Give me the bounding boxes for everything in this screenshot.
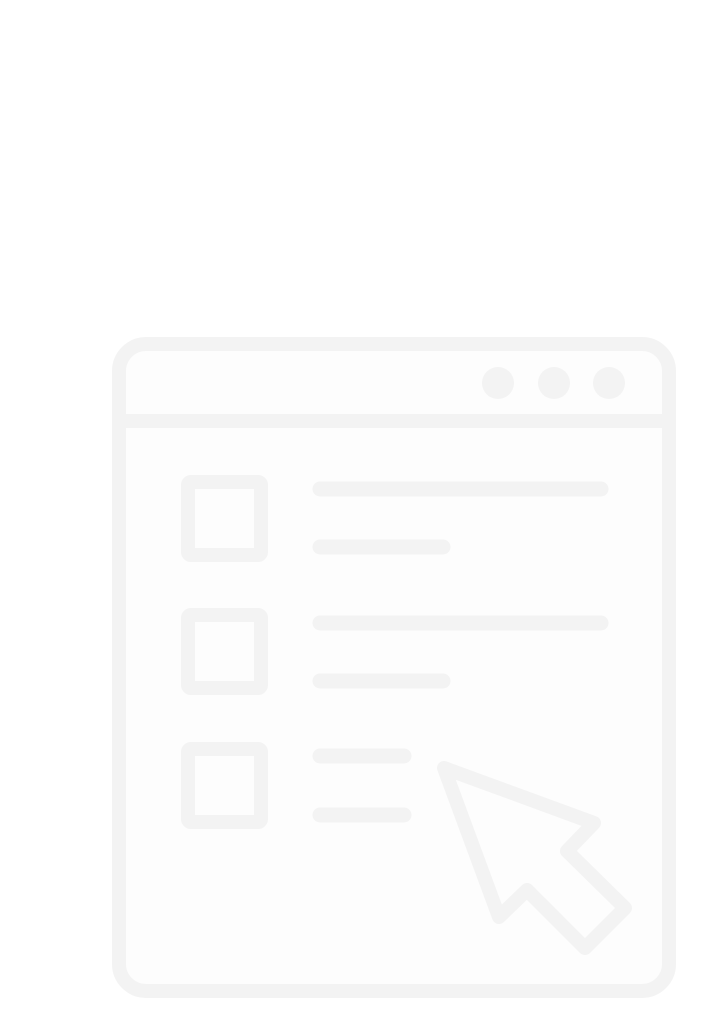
illustration-canvas <box>0 0 714 1011</box>
window-dot-icon <box>593 367 625 399</box>
browser-window-checklist-icon <box>112 337 676 998</box>
window-dot-icon <box>538 367 570 399</box>
window-dot-icon <box>482 367 514 399</box>
